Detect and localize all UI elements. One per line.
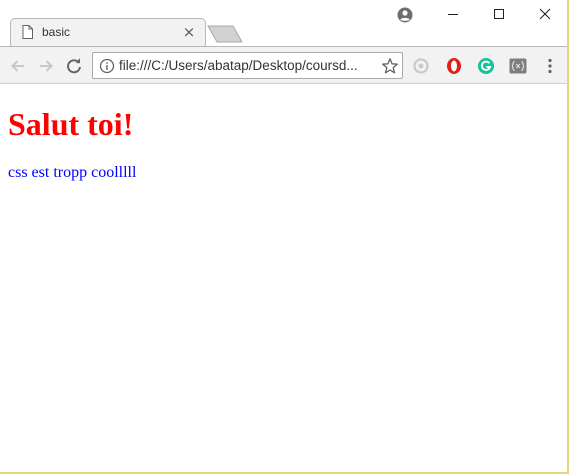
maximize-icon[interactable]: [476, 0, 522, 30]
opera-red-extension-icon[interactable]: [444, 56, 464, 76]
close-icon[interactable]: [522, 0, 568, 30]
back-arrow-icon[interactable]: [8, 56, 28, 76]
kebab-menu-icon[interactable]: [540, 56, 560, 76]
tab-basic[interactable]: [10, 18, 206, 46]
page-heading: Salut toi!: [8, 106, 134, 142]
minimize-icon[interactable]: [430, 0, 476, 30]
forward-arrow-icon[interactable]: [36, 56, 56, 76]
grey-extension-icon[interactable]: [411, 56, 431, 76]
document-icon: [22, 25, 33, 39]
page-viewport: Salut toi! css est tropp coolllll: [0, 85, 567, 472]
new-tab-icon[interactable]: [207, 25, 243, 43]
url-text[interactable]: file:///C:/Users/abatap/Desktop/coursd..…: [119, 58, 373, 73]
reload-icon[interactable]: [64, 56, 84, 76]
title-bar: basic ×: [0, 0, 567, 46]
browser-window: basic × file:///C:/Users/abatap/Desktop/…: [0, 0, 569, 474]
star-icon[interactable]: [381, 57, 399, 75]
variable-extension-icon[interactable]: [508, 56, 528, 76]
grammarly-extension-icon[interactable]: [476, 56, 496, 76]
address-bar[interactable]: file:///C:/Users/abatap/Desktop/coursd..…: [92, 52, 403, 79]
browser-toolbar: file:///C:/Users/abatap/Desktop/coursd..…: [0, 46, 567, 84]
page-paragraph: css est tropp coolllll: [8, 164, 137, 181]
profile-icon[interactable]: [397, 7, 413, 23]
tab-close-button[interactable]: ×: [182, 24, 196, 40]
info-icon[interactable]: [99, 58, 115, 74]
tab-title: basic: [42, 25, 71, 39]
